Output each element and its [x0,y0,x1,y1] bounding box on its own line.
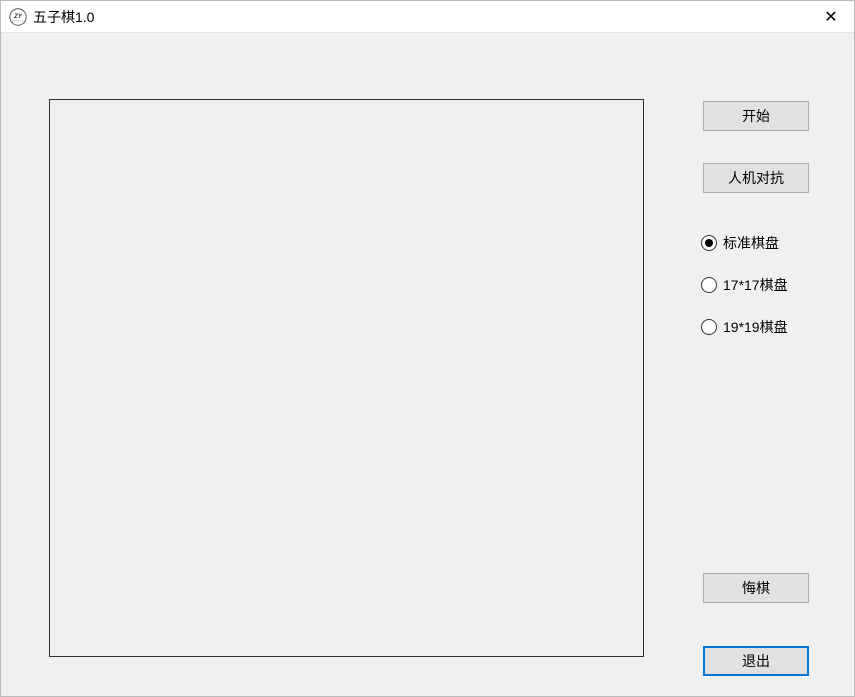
mode-button[interactable]: 人机对抗 [703,163,809,193]
radio-icon [701,319,717,335]
board-size-group: 标准棋盘 17*17棋盘 19*19棋盘 [701,233,788,359]
radio-label: 17*17棋盘 [723,275,788,295]
radio-19-board[interactable]: 19*19棋盘 [701,317,788,337]
radio-label: 标准棋盘 [723,233,779,253]
client-area: 开始 人机对抗 标准棋盘 17*17棋盘 19*19棋盘 悔棋 退出 [1,33,854,696]
radio-label: 19*19棋盘 [723,317,788,337]
game-board[interactable] [49,99,644,657]
radio-icon [701,277,717,293]
titlebar: ZY 五子棋1.0 ✕ [1,1,854,33]
app-icon: ZY [9,8,27,26]
close-icon: ✕ [824,7,837,27]
radio-icon [701,235,717,251]
radio-17-board[interactable]: 17*17棋盘 [701,275,788,295]
svg-text:ZY: ZY [13,14,23,20]
app-window: ZY 五子棋1.0 ✕ 开始 人机对抗 标准棋盘 17*17棋盘 19*19棋盘 [0,0,855,697]
radio-standard-board[interactable]: 标准棋盘 [701,233,788,253]
start-button[interactable]: 开始 [703,101,809,131]
close-button[interactable]: ✕ [808,1,854,33]
window-title: 五子棋1.0 [33,7,808,27]
undo-button[interactable]: 悔棋 [703,573,809,603]
exit-button[interactable]: 退出 [703,646,809,676]
